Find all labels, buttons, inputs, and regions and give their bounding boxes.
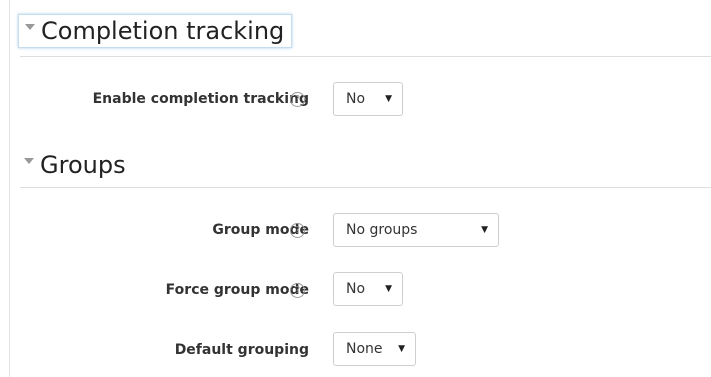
default-grouping-select[interactable]: None ▼	[333, 332, 416, 366]
select-value: No	[346, 91, 366, 107]
section-divider	[20, 187, 711, 188]
groups-heading: Groups	[40, 151, 126, 179]
enable-completion-tracking-select[interactable]: No ▼	[333, 82, 403, 116]
question-circle-icon[interactable]: ?	[290, 283, 305, 298]
completion-tracking-section-toggle[interactable]: Completion tracking	[18, 14, 293, 48]
select-value: None	[346, 341, 383, 357]
select-value: No	[346, 281, 366, 297]
dropdown-arrow-icon: ▼	[385, 93, 392, 104]
question-circle-icon[interactable]: ?	[290, 92, 305, 107]
page-left-border	[9, 0, 10, 377]
dropdown-arrow-icon: ▼	[385, 283, 392, 294]
force-group-mode-label: Force group mode	[165, 282, 309, 298]
question-circle-icon[interactable]: ?	[290, 223, 305, 238]
caret-down-icon	[24, 158, 34, 164]
section-divider	[20, 56, 711, 57]
group-mode-select[interactable]: No groups ▼	[333, 213, 499, 247]
select-value: No groups	[346, 222, 418, 238]
caret-down-icon	[25, 24, 35, 30]
completion-tracking-heading: Completion tracking	[41, 17, 285, 45]
groups-section-toggle[interactable]: Groups	[24, 149, 126, 181]
default-grouping-label: Default grouping	[174, 342, 309, 358]
dropdown-arrow-icon: ▼	[398, 343, 405, 354]
force-group-mode-select[interactable]: No ▼	[333, 272, 403, 306]
dropdown-arrow-icon: ▼	[481, 224, 488, 235]
enable-completion-tracking-label: Enable completion tracking	[92, 91, 309, 107]
